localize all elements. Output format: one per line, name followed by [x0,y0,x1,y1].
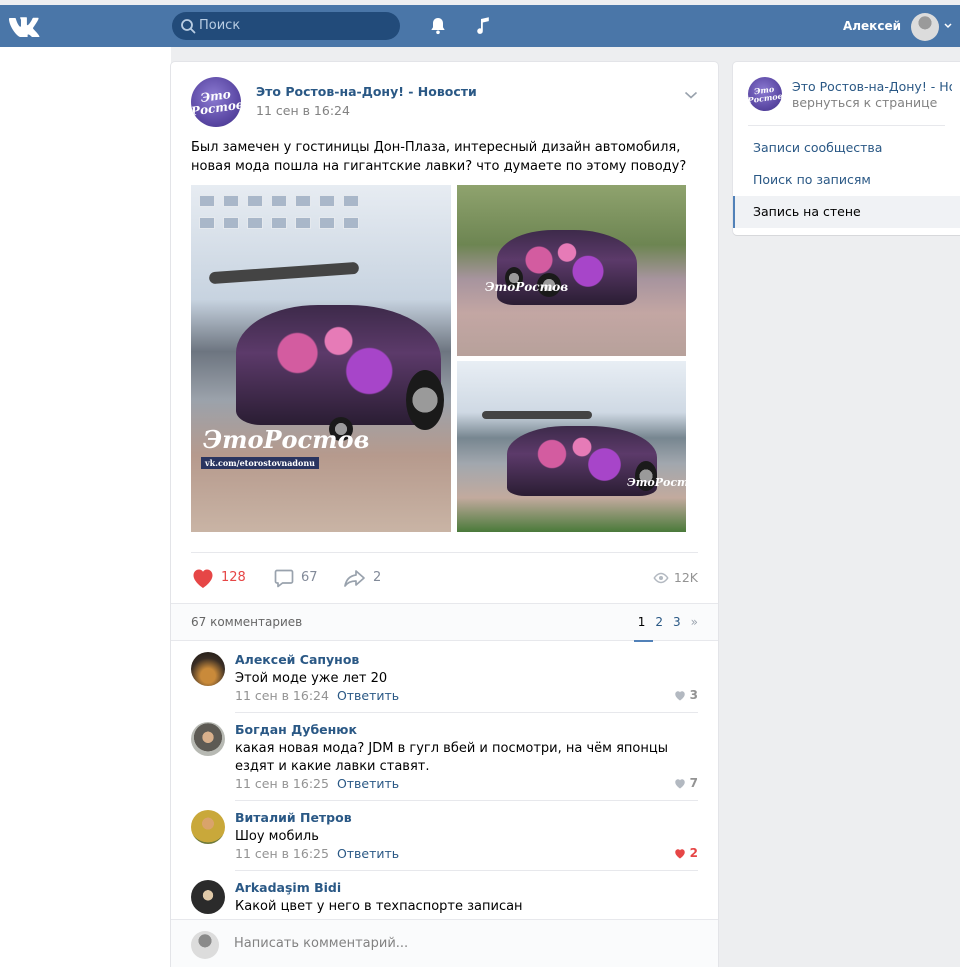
page-next-link[interactable]: » [691,615,698,629]
chevron-down-icon[interactable] [944,23,952,29]
comment-icon [274,569,294,587]
watermark-text: ЭтоРостов [203,425,370,454]
search-input[interactable]: Поиск [199,18,240,33]
eye-icon [653,572,669,583]
comments-header: 67 комментариев 1 2 3 » [171,603,718,642]
top-bar: Поиск Алексей [0,5,960,47]
divider [235,800,698,801]
back-to-page-link[interactable]: вернуться к странице [792,95,937,110]
avatar-logo-text: Это Ростов [191,87,241,119]
right-menu: Это Ростов Это Ростов-на-Дону! - Новости… [733,62,960,235]
comment-item: Arkadaşim Bidi Какой цвет у него в техпа… [191,880,698,920]
avatar[interactable] [191,810,225,844]
heart-icon [674,848,685,858]
share-icon [344,569,365,587]
comments-count-label: 67 комментариев [191,615,303,629]
page-link-3[interactable]: 3 [673,615,681,629]
avatar-logo-text: Это Ростов [748,83,782,106]
comment-item: Виталий Петров Шоу мобиль 11 сен в 16:25… [191,810,698,871]
music-icon[interactable] [473,16,493,36]
comment-like-count: 3 [689,688,698,702]
post-author-link[interactable]: Это Ростов-на-Дону! - Новости [256,84,477,99]
comment-meta: 11 сен в 16:25 Ответить [235,846,399,861]
chevron-down-icon[interactable] [684,90,698,100]
share-count: 2 [373,570,382,585]
comment-item: Богдан Дубенюк какая новая мода? JDM в г… [191,722,698,801]
like-button[interactable]: 128 [191,565,246,590]
comment-item: Алексей Сапунов Этой моде уже лет 20 11 … [191,652,698,713]
comment-meta: 11 сен в 16:24 Ответить [235,688,399,703]
search-box[interactable]: Поиск [172,12,400,40]
heart-icon [193,569,213,588]
reply-link[interactable]: Ответить [337,846,399,861]
reply-box[interactable]: Написать комментарий... [171,919,718,967]
divider [235,712,698,713]
avatar[interactable] [191,652,225,686]
user-avatar[interactable] [911,13,939,41]
avatar[interactable] [191,722,225,756]
group-avatar[interactable]: Это Ростов [748,77,782,111]
left-column [0,47,171,967]
menu-item-community-posts[interactable]: Записи сообщества [733,132,960,164]
heart-icon [674,778,685,788]
comment-date[interactable]: 11 сен в 16:25 [235,846,329,861]
post-actions: 128 67 2 12K [191,565,698,590]
watermark-text: ЭтоРостов [485,280,569,294]
search-icon [181,19,196,34]
comment-author[interactable]: Богдан Дубенюк [235,722,357,737]
comment-text: Какой цвет у него в техпаспорте записан [235,899,523,914]
comment-meta: 11 сен в 16:25 Ответить [235,776,399,791]
post-photo[interactable]: ЭтоРостов [457,185,686,356]
comment-date[interactable]: 11 сен в 16:24 [235,688,329,703]
comment-like-count: 7 [689,776,698,790]
page-link-1[interactable]: 1 [633,615,653,642]
comment-like-button[interactable]: 3 [674,688,698,702]
comment-input[interactable]: Написать комментарий... [234,936,408,951]
comment-like-button[interactable]: 2 [674,846,698,860]
comment-like-count: 2 [689,846,698,860]
post-date[interactable]: 11 сен в 16:24 [256,103,350,118]
wall-post: Это Ростов Это Ростов-на-Дону! - Новости… [171,62,718,967]
post-author-avatar[interactable]: Это Ростов [191,77,241,127]
avatar[interactable] [191,880,225,914]
reply-link[interactable]: Ответить [337,776,399,791]
share-button[interactable]: 2 [343,565,381,590]
avatar [191,931,219,959]
divider [235,870,698,871]
comment-text: Этой моде уже лет 20 [235,671,388,686]
vk-logo-icon[interactable] [8,15,42,37]
photo-grid: ЭтоРостов vk.com/etorostovnadonu ЭтоРост… [191,185,686,532]
post-photo[interactable]: ЭтоРостов [457,361,686,532]
post-text: Был замечен у гостиницы Дон-Плаза, интер… [191,140,687,174]
comment-like-button[interactable]: 7 [674,776,698,790]
heart-icon [674,690,685,700]
reply-link[interactable]: Ответить [337,688,399,703]
page-link-2[interactable]: 2 [655,615,663,629]
group-name-link[interactable]: Это Ростов-на-Дону! - Новости [792,79,952,94]
watermark-text: ЭтоРостов [627,476,686,489]
comment-count: 67 [301,570,318,585]
divider [748,125,945,126]
views-count: 12K [673,570,698,585]
comment-button[interactable]: 67 [273,565,318,590]
views-counter: 12K [653,570,698,585]
post-photo[interactable]: ЭтоРостов vk.com/etorostovnadonu [191,185,451,532]
watermark-url: vk.com/etorostovnadonu [201,457,319,469]
menu-item-search-posts[interactable]: Поиск по записям [733,164,960,196]
comment-author[interactable]: Алексей Сапунов [235,652,359,667]
user-name[interactable]: Алексей [843,19,901,33]
menu-item-wall-post[interactable]: Запись на стене [733,196,960,228]
like-count: 128 [221,570,246,585]
comment-author[interactable]: Arkadaşim Bidi [235,880,341,895]
comment-text: какая новая мода? JDM в гугл вбей и посм… [235,741,668,774]
comment-text: Шоу мобиль [235,829,319,844]
bell-icon[interactable] [428,16,448,36]
divider [191,552,698,553]
comment-date[interactable]: 11 сен в 16:25 [235,776,329,791]
comment-author[interactable]: Виталий Петров [235,810,352,825]
comments-pager: 1 2 3 » [628,615,698,642]
